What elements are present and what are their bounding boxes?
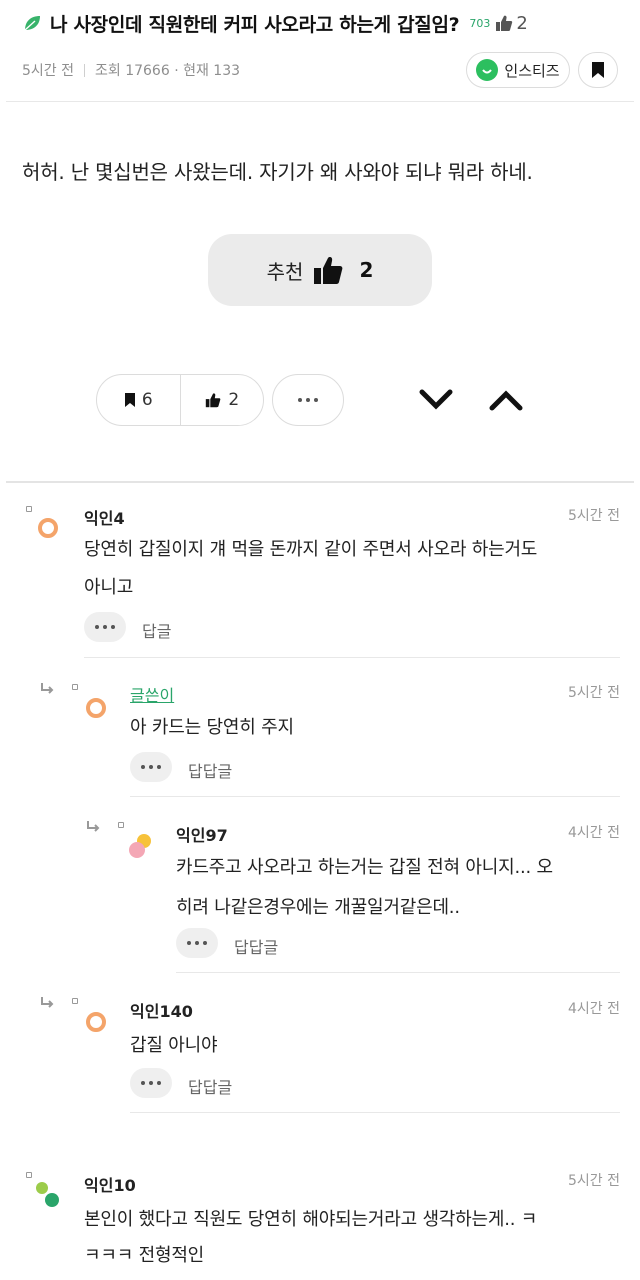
comment-text: 아니고 — [84, 577, 134, 598]
comment-text: 카드주고 사오라고 하는거는 갑질 전혀 아니지... 오 — [176, 857, 553, 878]
board-button[interactable]: 인스티즈 — [466, 52, 570, 88]
reply-arrow-icon — [41, 997, 54, 1008]
comment-more-button[interactable] — [84, 612, 126, 642]
reply-link[interactable]: 답답글 — [234, 934, 278, 958]
post-stats: 703 2 — [469, 13, 527, 34]
bookmark-count-button[interactable]: 6 — [97, 375, 180, 425]
thumbs-up-icon — [496, 15, 513, 31]
reply-link[interactable]: 답글 — [142, 618, 171, 642]
divider — [130, 1112, 620, 1113]
avatar — [38, 518, 58, 538]
comment-more-button[interactable] — [176, 928, 218, 958]
post-time: 5시간 전 — [22, 63, 74, 79]
chevron-down-icon[interactable] — [418, 384, 454, 416]
recommend-count: 2 — [359, 258, 374, 282]
chevron-up-icon[interactable] — [488, 384, 524, 416]
comment-time: 5시간 전 — [568, 1173, 620, 1189]
more-icon — [95, 625, 115, 629]
post-title: 나 사장인데 직원한테 커피 사오라고 하는게 갑질임? — [50, 13, 460, 36]
more-icon — [187, 941, 207, 945]
view-badge: 703 — [469, 16, 491, 30]
comment-marker-icon — [26, 506, 32, 512]
comment-text: 당연히 갑질이지 걔 먹을 돈까지 같이 주면서 사오라 하는거도 — [84, 539, 538, 560]
comment-text: 아 카드는 당연히 주지 — [130, 717, 294, 738]
comment-time: 4시간 전 — [568, 1001, 620, 1017]
leaf-icon — [24, 16, 40, 31]
action-pill: 6 2 — [96, 374, 264, 426]
comment-author: 익인97 — [176, 826, 228, 845]
comment-marker-icon — [72, 684, 78, 690]
avatar — [86, 698, 106, 718]
thumbs-up-icon — [206, 393, 221, 408]
divider — [6, 481, 634, 483]
comment-time: 4시간 전 — [568, 825, 620, 841]
comment-author: 익인10 — [84, 1176, 136, 1195]
divider — [84, 63, 85, 77]
post-views: 조회 17666 · 현재 133 — [95, 63, 241, 79]
divider — [176, 972, 620, 973]
bookmark-button[interactable] — [578, 52, 618, 88]
post-header: 나 사장인데 직원한테 커피 사오라고 하는게 갑질임? 703 2 — [22, 8, 622, 38]
recommend-button[interactable]: 추천 2 — [208, 234, 432, 306]
comment-marker-icon — [118, 822, 124, 828]
more-button[interactable] — [272, 374, 344, 426]
more-icon — [141, 765, 161, 769]
comment-author: 익인4 — [84, 509, 125, 528]
comment-text: 히려 나같은경우에는 개꿀일거같은데.. — [176, 897, 460, 918]
comment-text: 본인이 했다고 직원도 당연히 해야되는거라고 생각하는게.. ㅋ — [84, 1209, 538, 1230]
reply-arrow-icon — [87, 821, 100, 832]
avatar — [129, 834, 151, 858]
like-count: 2 — [516, 12, 528, 34]
comment-author-op[interactable]: 글쓴이 — [130, 682, 174, 706]
comment-text: ㅋㅋㅋ 전형적인 — [84, 1245, 205, 1266]
recommend-label: 추천 — [266, 259, 304, 284]
divider — [130, 796, 620, 797]
comment-marker-icon — [72, 998, 78, 1004]
comment-author: 익인140 — [130, 1002, 193, 1021]
reply-link[interactable]: 답답글 — [188, 758, 232, 782]
bookmark-icon — [124, 393, 135, 407]
comment-more-button[interactable] — [130, 1068, 172, 1098]
more-icon — [298, 398, 318, 402]
avatar — [36, 1182, 59, 1207]
more-icon — [141, 1081, 161, 1085]
comment-text: 갑질 아니야 — [130, 1035, 218, 1056]
post-body: 허허. 난 몇십번은 사왔는데. 자기가 왜 사와야 되냐 뭐라 하네. — [22, 160, 533, 184]
comment-time: 5시간 전 — [568, 508, 620, 524]
bookmark-icon — [592, 62, 604, 78]
board-label: 인스티즈 — [504, 61, 560, 80]
reply-arrow-icon — [41, 683, 54, 694]
like-count: 2 — [228, 390, 240, 410]
post-meta: 5시간 전 조회 17666 · 현재 133 — [22, 58, 240, 82]
thumbs-up-icon — [314, 257, 343, 284]
divider — [6, 101, 634, 102]
bookmark-count: 6 — [141, 390, 153, 410]
comment-marker-icon — [26, 1172, 32, 1178]
divider — [84, 657, 620, 658]
reply-link[interactable]: 답답글 — [188, 1074, 232, 1098]
avatar — [86, 1012, 106, 1032]
like-button[interactable]: 2 — [181, 375, 264, 425]
smile-icon — [476, 59, 499, 81]
comment-time: 5시간 전 — [568, 685, 620, 701]
comment-more-button[interactable] — [130, 752, 172, 782]
